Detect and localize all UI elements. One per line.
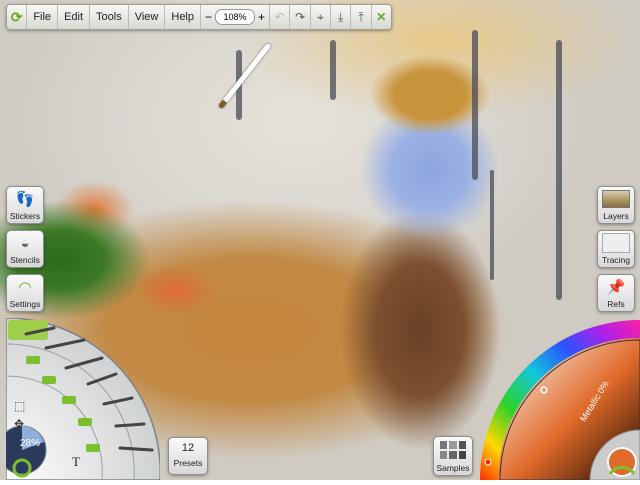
menu-help[interactable]: Help xyxy=(164,5,200,29)
settings-button[interactable]: ◠ Settings xyxy=(6,274,44,312)
canvas-size-icon[interactable]: ⌖ xyxy=(309,5,330,29)
presets-count: 12 xyxy=(181,442,195,454)
text-tool-icon[interactable]: T xyxy=(72,454,80,469)
import-icon[interactable]: ⤓ xyxy=(330,5,350,29)
samples-label: Samples xyxy=(436,463,470,473)
painted-post xyxy=(472,30,478,180)
undo-icon[interactable]: ↶ xyxy=(269,5,289,29)
tracing-button[interactable]: Tracing xyxy=(597,230,635,268)
tool-airbrush[interactable] xyxy=(114,422,146,428)
menu-file[interactable]: File xyxy=(26,5,57,29)
export-icon[interactable]: ⤒ xyxy=(350,5,370,29)
layers-thumbnail-icon xyxy=(602,187,630,211)
zoom-in-button[interactable]: + xyxy=(258,10,265,24)
layers-label: Layers xyxy=(603,211,629,221)
app-logo-icon[interactable]: ⟳ xyxy=(7,6,26,28)
stickers-icon: 👣 xyxy=(15,191,35,208)
stencils-label: Stencils xyxy=(10,255,40,265)
stencils-button[interactable]: ◒ Stencils xyxy=(6,230,44,268)
stencils-icon: ◒ xyxy=(20,234,30,252)
full-screen-icon[interactable]: ✕ xyxy=(370,5,391,29)
brush-cursor xyxy=(218,42,272,110)
tool-roller[interactable] xyxy=(118,446,154,452)
menu-edit[interactable]: Edit xyxy=(57,5,89,29)
presets-button[interactable]: 12 Presets xyxy=(168,437,208,475)
pushpin-icon: 📌 xyxy=(606,279,626,296)
redo-icon[interactable]: ↷ xyxy=(289,5,309,29)
hue-selector-marker[interactable] xyxy=(484,458,492,466)
painted-post xyxy=(556,40,562,300)
menu-view[interactable]: View xyxy=(127,5,165,29)
brush-size-value[interactable]: 28% xyxy=(20,438,40,449)
color-picker[interactable] xyxy=(470,316,640,481)
painted-post xyxy=(330,40,336,100)
stickers-button[interactable]: 👣 Stickers xyxy=(6,186,44,224)
refs-button[interactable]: 📌 Refs xyxy=(597,274,635,312)
settings-label: Settings xyxy=(9,299,41,309)
tool-wheel: T ⬚ ✥ 28% xyxy=(6,318,160,480)
main-toolbar: ⟳ File Edit Tools View Help − 108% + ↶ ↷… xyxy=(6,4,392,30)
samples-button[interactable]: Samples xyxy=(433,436,473,476)
menu-tools[interactable]: Tools xyxy=(89,5,128,29)
zoom-control: − 108% + xyxy=(200,5,269,29)
stickers-label: Stickers xyxy=(9,211,41,221)
transform-tool-icon[interactable]: ✥ xyxy=(14,417,24,431)
samples-grid-icon xyxy=(440,441,466,459)
settings-gauge-icon: ◠ xyxy=(18,279,32,296)
tracing-label: Tracing xyxy=(601,255,631,265)
zoom-out-button[interactable]: − xyxy=(205,10,212,24)
refs-label: Refs xyxy=(607,299,625,309)
tracing-icon xyxy=(602,231,630,255)
layers-button[interactable]: Layers xyxy=(597,186,635,224)
presets-label: Presets xyxy=(173,458,203,468)
selection-tool-icon[interactable]: ⬚ xyxy=(14,399,25,413)
painted-post xyxy=(490,170,494,280)
zoom-value[interactable]: 108% xyxy=(215,9,256,25)
